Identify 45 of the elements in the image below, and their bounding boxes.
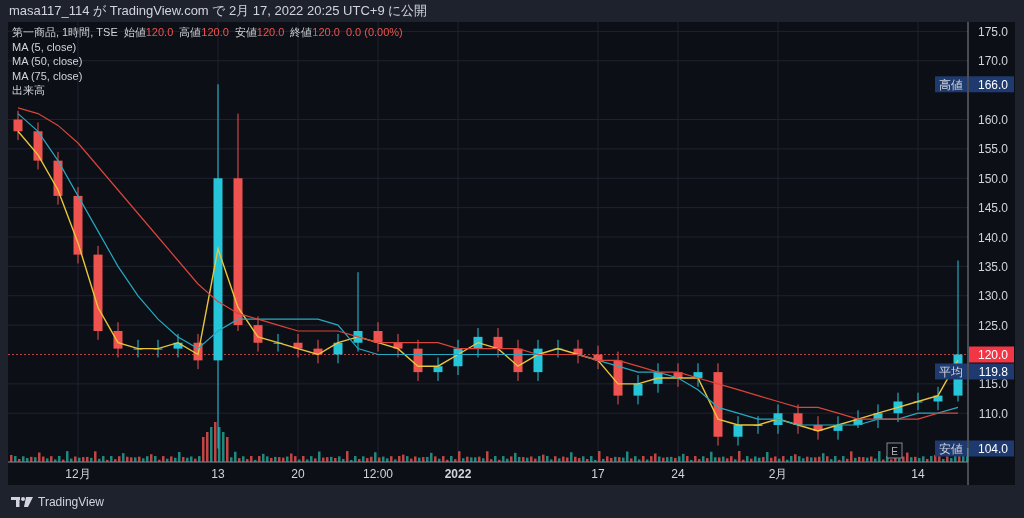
time-axis-label: 12:00 — [363, 467, 393, 481]
price-axis-label: 130.0 — [977, 289, 1008, 304]
price-change: 0.0 (0.00%) — [345, 26, 403, 40]
time-axis-label: 17 — [591, 467, 605, 481]
time-axis-label: 24 — [671, 467, 685, 481]
price-axis-label: 125.0 — [977, 318, 1008, 333]
price-axis-label: 115.0 — [978, 377, 1008, 392]
price-axis-label: 160.0 — [977, 113, 1008, 127]
price-axis-label: 140.0 — [977, 230, 1008, 245]
price-axis-label: 155.0 — [977, 142, 1008, 157]
current-price-tag: 120.0 — [969, 346, 1014, 363]
price-value-tag: 166.0 — [969, 76, 1014, 93]
quote-label: 安値 — [234, 26, 257, 40]
time-axis-label: 2022 — [444, 467, 472, 481]
brand-name: TradingView — [38, 494, 105, 509]
publication-title: masa117_114 が TradingView.com で 2月 17, 2022 20:25 UTC+9 に公開 — [8, 2, 429, 20]
price-label-tag: 安値 — [935, 440, 967, 457]
time-axis-label: 14 — [911, 467, 925, 481]
price-axis-label: 110.0 — [978, 406, 1008, 421]
quote-label: 高値 — [179, 26, 202, 40]
price-axis-label: 150.0 — [977, 171, 1008, 186]
indicator-label: MA (50, close) — [12, 55, 83, 69]
quote-value: 120.0 — [201, 26, 229, 40]
quote-value: 120.0 — [145, 26, 174, 40]
price-value-tag: 119.8 — [969, 363, 1014, 380]
price-label-tag: 平均 — [935, 363, 967, 380]
quote-label: 始値 — [123, 26, 146, 40]
quote-value: 120.0 — [312, 26, 340, 40]
price-label-tag: 高値 — [935, 76, 967, 93]
indicator-label: 出来高 — [12, 84, 45, 98]
indicator-label: MA (75, close) — [12, 69, 83, 83]
time-axis-label: 2月 — [768, 467, 788, 481]
indicator-label: MA (5, close) — [12, 40, 77, 54]
price-axis-label: 175.0 — [977, 24, 1008, 39]
quote-value: 120.0 — [256, 26, 285, 40]
symbol-info: 第一商品, 1時間, TSE — [12, 26, 118, 40]
time-axis-label: 20 — [291, 467, 305, 481]
event-marker[interactable]: E — [886, 442, 903, 459]
price-axis-label: 170.0 — [977, 54, 1008, 69]
price-value-tag: 104.0 — [969, 440, 1014, 457]
price-axis-label: 145.0 — [977, 201, 1008, 216]
price-axis-label: 135.0 — [977, 259, 1008, 274]
quote-label: 終値 — [290, 26, 313, 40]
time-axis-label: 12月 — [65, 467, 91, 481]
time-axis-label: 13 — [211, 467, 225, 481]
